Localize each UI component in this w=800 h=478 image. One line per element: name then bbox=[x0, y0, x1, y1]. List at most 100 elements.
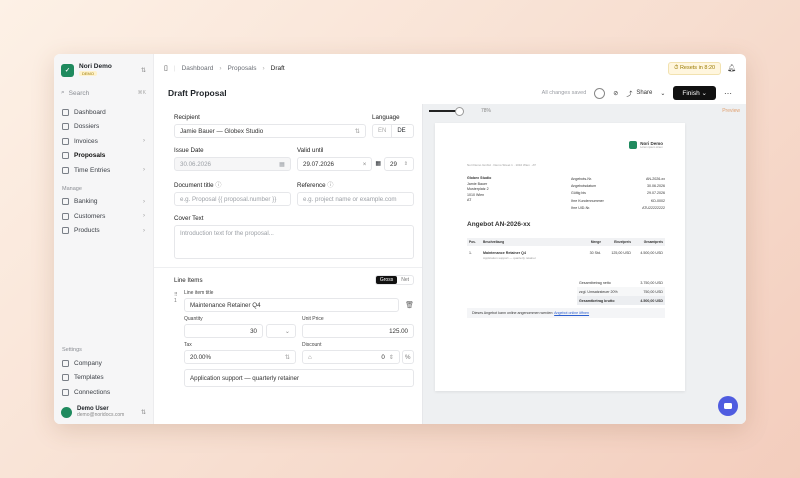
nav-icon bbox=[62, 388, 69, 396]
sidebar-item-company[interactable]: Company bbox=[54, 356, 153, 371]
unit-price-label: Unit Price bbox=[302, 316, 324, 322]
doc-totals: Gesamtbetrag netto 3.750,00 USD zzgl. Umsa… bbox=[577, 278, 665, 305]
chevron-right-icon: › bbox=[143, 227, 145, 234]
meta-key: Ihre UID-Nr. bbox=[571, 205, 591, 210]
nav-icon bbox=[62, 198, 69, 206]
meta-row: Ihre Kundennummer KD-0002 bbox=[571, 198, 665, 205]
nav-icon bbox=[62, 212, 69, 220]
info-icon[interactable]: ⓘ bbox=[215, 182, 221, 189]
main-area: ▯ | Dashboard › Proposals › Draft ⏱ Rese… bbox=[154, 54, 746, 424]
table-header-cell: Beschreibung bbox=[483, 240, 505, 244]
sidebar-item-banking[interactable]: Banking › bbox=[54, 195, 153, 210]
info-icon[interactable]: ⓘ bbox=[327, 182, 333, 189]
sidebar-item-label: Products bbox=[74, 227, 100, 235]
valid-until-field[interactable]: 29.07.2026 × bbox=[297, 157, 373, 171]
zoom-slider[interactable] bbox=[429, 107, 464, 116]
tax-label: Tax bbox=[184, 342, 192, 348]
valid-days-stepper[interactable]: 29 ⇕ bbox=[384, 157, 414, 171]
preview-label: Preview bbox=[722, 108, 740, 114]
net-option[interactable]: Net bbox=[397, 276, 413, 284]
cover-text-input[interactable]: Introduction text for the proposal... bbox=[174, 225, 414, 259]
search-input[interactable]: ⌕ Search ⌘K bbox=[61, 89, 146, 97]
more-icon[interactable]: ⋯ bbox=[724, 89, 732, 98]
nav-icon bbox=[62, 166, 69, 174]
address-line: Globex Studio bbox=[467, 176, 492, 180]
search-shortcut: ⌘K bbox=[137, 90, 146, 96]
quantity-input[interactable]: 30 bbox=[184, 324, 263, 338]
sidebar-item-customers[interactable]: Customers › bbox=[54, 209, 153, 224]
reference-label: Reference ⓘ bbox=[297, 182, 334, 189]
collaborator-avatar-icon[interactable] bbox=[594, 87, 606, 99]
sidebar-item-label: Proposals bbox=[74, 152, 106, 160]
document-title-input[interactable]: e.g. Proposal {{ proposal.number }} bbox=[174, 192, 291, 206]
address-line: Musterplatz 2 bbox=[467, 187, 489, 191]
avatar bbox=[61, 406, 72, 418]
calendar-icon[interactable]: ▦ bbox=[375, 157, 381, 171]
unit-select[interactable]: ⌄ bbox=[266, 324, 296, 338]
lang-de[interactable]: DE bbox=[391, 125, 410, 137]
sidebar-item-proposals[interactable]: Proposals bbox=[54, 149, 153, 164]
nav-icon bbox=[62, 227, 69, 235]
chevron-updown-icon[interactable]: ⇅ bbox=[141, 67, 146, 74]
reference-input[interactable]: e.g. project name or example.com bbox=[297, 192, 414, 206]
stepper-icon: ⇕ bbox=[403, 161, 408, 167]
breadcrumb-dashboard[interactable]: Dashboard bbox=[182, 65, 214, 72]
breadcrumb-proposals[interactable]: Proposals bbox=[228, 65, 257, 72]
doc-meta: Angebots-Nr. AN-2026-xx Angebotsdatum 30.06… bbox=[571, 176, 665, 212]
tax-select[interactable]: 20.00% ⇅ bbox=[184, 350, 296, 364]
sidebar-item-invoices[interactable]: Invoices › bbox=[54, 134, 153, 149]
line-item-description[interactable]: Application support — quarterly retainer bbox=[184, 369, 414, 387]
total-label: zzgl. Umsatzsteuer 20% bbox=[579, 289, 618, 294]
sidebar-item-label: Banking bbox=[74, 198, 98, 206]
share-dropdown-icon[interactable]: ⌄ bbox=[660, 90, 665, 97]
sidebar-item-products[interactable]: Products › bbox=[54, 224, 153, 239]
sidebar-item-label: Dashboard bbox=[74, 108, 106, 116]
demo-reset-badge: ⏱ Resets in 8:20 bbox=[668, 61, 722, 75]
share-button[interactable]: ⤴ Share bbox=[626, 89, 652, 98]
nav-icon bbox=[62, 108, 69, 116]
issue-date-field[interactable]: 30.06.2026 ▦ bbox=[174, 157, 291, 171]
sidebar-item-templates[interactable]: Templates bbox=[54, 371, 153, 386]
trash-icon[interactable]: 🗑︎ bbox=[405, 301, 414, 309]
user-menu[interactable]: Demo User demo@noridocs.com ⇅ bbox=[61, 406, 146, 418]
unit-price-input[interactable]: 125.00 bbox=[302, 324, 414, 338]
clear-icon[interactable]: × bbox=[363, 161, 367, 168]
calendar-icon: ▦ bbox=[279, 160, 285, 168]
sidebar-item-time-entries[interactable]: Time Entries › bbox=[54, 163, 153, 178]
discount-input[interactable]: ⌂ 0 ⇕ bbox=[302, 350, 400, 364]
recipient-select[interactable]: Jamie Bauer — Globex Studio ⇅ bbox=[174, 124, 366, 138]
sidebar-item-label: Customers bbox=[74, 212, 106, 220]
percent-toggle[interactable]: % bbox=[402, 350, 414, 364]
hide-preview-icon[interactable]: ⊘ bbox=[613, 90, 618, 97]
search-placeholder: Search bbox=[68, 89, 90, 97]
chat-button[interactable] bbox=[718, 396, 738, 416]
language-toggle[interactable]: EN DE bbox=[372, 124, 414, 138]
stepper-icon: ⇕ bbox=[388, 353, 394, 361]
sidebar-item-dossiers[interactable]: Dossiers bbox=[54, 120, 153, 135]
zoom-level: 78% bbox=[481, 108, 492, 114]
lang-en[interactable]: EN bbox=[373, 125, 391, 137]
chevron-updown-icon: ⇅ bbox=[354, 127, 360, 135]
sidebar-item-connections[interactable]: Connections bbox=[54, 385, 153, 400]
proposal-form: Recipient Jamie Bauer — Globex Studio ⇅ … bbox=[154, 104, 422, 424]
chevron-updown-icon: ⇅ bbox=[140, 409, 146, 416]
finish-button[interactable]: Finish ⌄ bbox=[673, 86, 716, 100]
total-row: Gesamtbetrag netto 3.750,00 USD bbox=[577, 278, 665, 287]
nav-icon bbox=[62, 152, 69, 160]
sidebar-toggle-icon[interactable]: ▯ bbox=[164, 64, 168, 72]
line-item: ⠿ 1 Line item title Maintenance Retainer… bbox=[174, 290, 414, 387]
address-line: AT bbox=[467, 198, 472, 202]
accept-online-link[interactable]: Angebot online öffnen bbox=[554, 311, 589, 315]
org-switcher[interactable]: ✓ Nori Demo DEMO ⇅ bbox=[54, 54, 153, 83]
gross-option[interactable]: Gross bbox=[375, 276, 398, 284]
bell-icon[interactable]: 🔔︎ bbox=[727, 64, 736, 72]
sidebar-item-dashboard[interactable]: Dashboard bbox=[54, 105, 153, 120]
language-label: Language bbox=[372, 114, 400, 121]
chevron-right-icon: › bbox=[143, 198, 145, 205]
gross-net-toggle[interactable]: Gross Net bbox=[374, 275, 414, 285]
tag-icon: ⌂ bbox=[308, 353, 312, 361]
nav-icon bbox=[62, 123, 69, 131]
total-value: 750,00 USD bbox=[643, 289, 663, 294]
line-item-title-input[interactable]: Maintenance Retainer Q4 bbox=[184, 298, 400, 312]
sidebar-item-label: Connections bbox=[74, 388, 111, 396]
